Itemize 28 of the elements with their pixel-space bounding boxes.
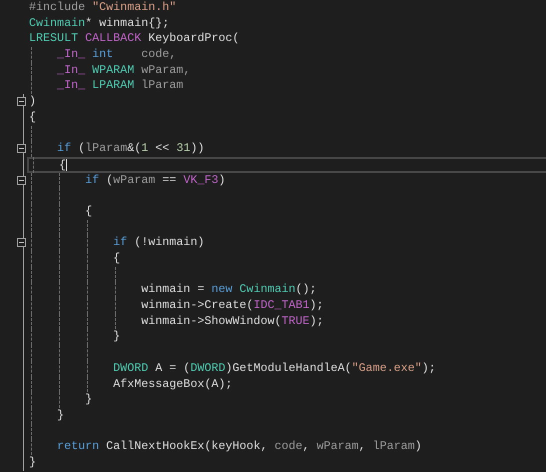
collapse-icon[interactable] bbox=[17, 97, 26, 106]
code-line: return CallNextHookEx(keyHook, code, wParam, lParam) bbox=[27, 439, 546, 455]
code-line: if (wParam == VK_F3) bbox=[27, 172, 546, 188]
code-line: winmain->Create(IDC_TAB1); bbox=[27, 298, 546, 314]
code-line: _In_ LPARAM lParam bbox=[27, 78, 546, 94]
code-line: } bbox=[28, 454, 38, 471]
code-line: AfxMessageBox(A); bbox=[27, 376, 546, 392]
code-line: winmain->ShowWindow(TRUE); bbox=[27, 314, 546, 330]
collapse-icon[interactable] bbox=[17, 176, 26, 185]
code-line: Cwinmain* winmain{}; bbox=[28, 16, 170, 32]
code-line: _In_ WPARAM wParam, bbox=[27, 62, 546, 78]
code-line: ) bbox=[28, 94, 38, 110]
code-line: #include "Cwinmain.h" bbox=[28, 0, 178, 16]
collapse-icon[interactable] bbox=[17, 238, 26, 248]
code-line: } bbox=[27, 408, 546, 424]
code-line: { bbox=[27, 156, 546, 173]
code-line: { bbox=[27, 204, 546, 220]
code-line: } bbox=[27, 329, 546, 346]
code-line: winmain = new Cwinmain(); bbox=[27, 282, 546, 298]
code-line: { bbox=[27, 251, 546, 267]
code-line: LRESULT CALLBACK KeyboardProc( bbox=[28, 31, 240, 48]
collapse-icon[interactable] bbox=[17, 144, 26, 154]
code-line: DWORD A = (DWORD)GetModuleHandleA("Game.exe"); bbox=[27, 360, 546, 376]
code-line: { bbox=[28, 110, 38, 126]
code-line: _In_ int code, bbox=[27, 47, 546, 63]
code-line: if (lParam&(1 << 31)) bbox=[27, 141, 546, 157]
code-line: } bbox=[27, 392, 546, 408]
code-line: if (!winmain) bbox=[27, 235, 546, 251]
